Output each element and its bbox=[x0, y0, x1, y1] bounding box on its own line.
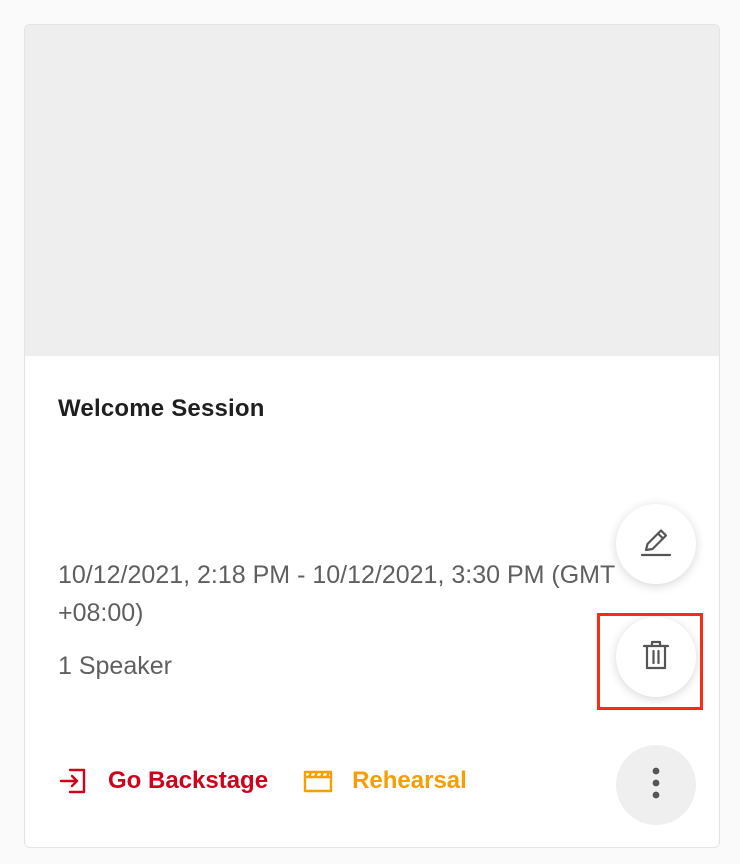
go-backstage-button[interactable]: Go Backstage bbox=[58, 765, 268, 797]
session-time-line1: 10/12/2021, 2:18 PM - 10/12/2021, 3:30 P… bbox=[58, 561, 616, 589]
clapperboard-icon bbox=[302, 765, 334, 797]
session-time-line2: +08:00) bbox=[58, 599, 144, 627]
edit-session-button[interactable] bbox=[616, 504, 696, 584]
session-actions: Go Backstage Rehearsal bbox=[58, 765, 467, 797]
go-backstage-label: Go Backstage bbox=[108, 767, 269, 794]
enter-icon bbox=[58, 765, 90, 797]
pencil-icon bbox=[638, 524, 674, 565]
trash-icon bbox=[639, 638, 673, 677]
rehearsal-button[interactable]: Rehearsal bbox=[302, 765, 467, 797]
session-time: 10/12/2021, 2:18 PM - 10/12/2021, 3:30 P… bbox=[58, 556, 698, 632]
rehearsal-label: Rehearsal bbox=[352, 767, 467, 794]
more-vertical-icon bbox=[651, 766, 661, 805]
speaker-count: 1 Speaker bbox=[58, 652, 172, 680]
delete-session-button[interactable] bbox=[616, 617, 696, 697]
session-card: Welcome Session 10/12/2021, 2:18 PM - 10… bbox=[24, 24, 720, 848]
session-title: Welcome Session bbox=[58, 395, 265, 422]
session-thumbnail bbox=[25, 25, 719, 356]
more-options-button[interactable] bbox=[616, 745, 696, 825]
